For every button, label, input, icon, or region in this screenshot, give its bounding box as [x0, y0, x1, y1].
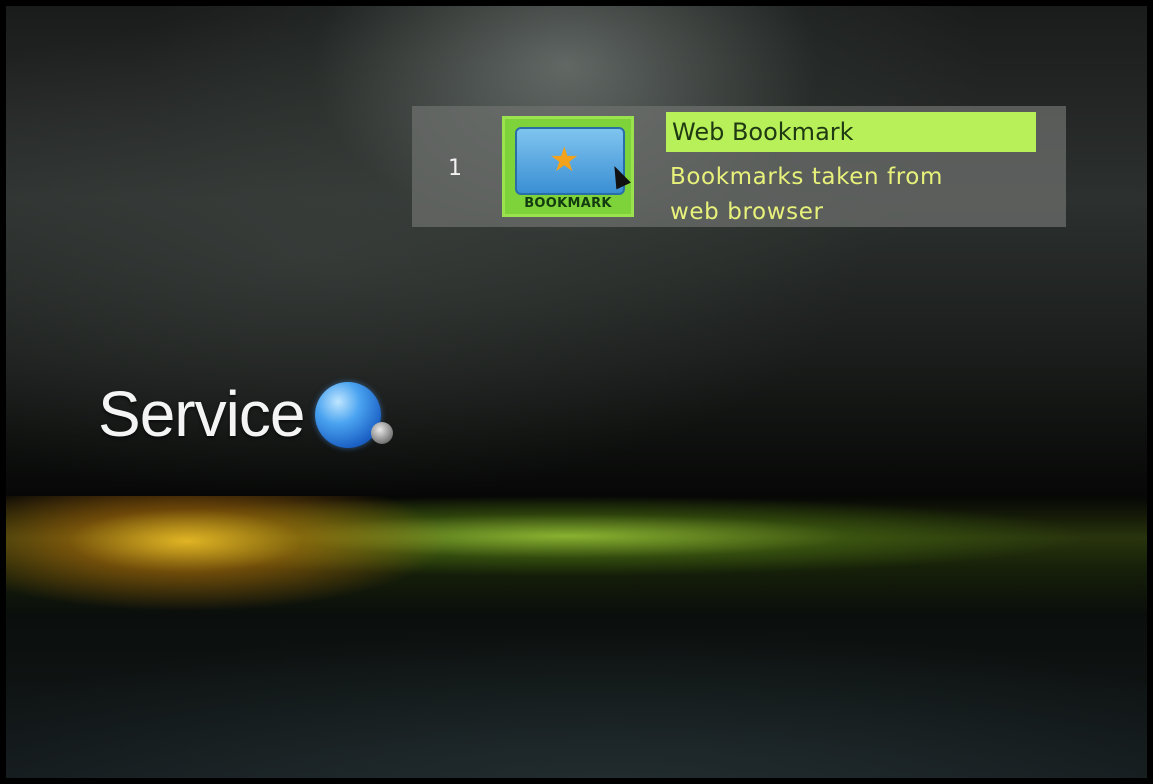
bookmark-folder-icon: ★	[515, 127, 631, 195]
thumbnail-label: BOOKMARK	[524, 196, 612, 211]
bookmark-thumbnail: ★ BOOKMARK	[502, 116, 634, 217]
background-light-streak	[6, 496, 1147, 616]
background-glow	[6, 606, 1147, 778]
bookmark-star-icon: ★	[549, 140, 580, 180]
menu-item-description: Bookmarks taken from web browser	[670, 160, 1050, 230]
description-line-2: web browser	[670, 199, 824, 225]
menu-item-title: Web Bookmark	[666, 112, 1036, 152]
section-title: Service	[98, 378, 305, 450]
menu-item-number: 1	[448, 156, 462, 181]
cursor-arrow-icon	[607, 162, 631, 190]
menu-item-web-bookmark[interactable]: 1 ★ BOOKMARK Web Bookmark Bookmarks take…	[412, 106, 1066, 227]
globe-icon	[315, 382, 393, 448]
description-line-1: Bookmarks taken from	[670, 164, 943, 190]
tv-screen: 1 ★ BOOKMARK Web Bookmark Bookmarks take…	[6, 6, 1147, 778]
